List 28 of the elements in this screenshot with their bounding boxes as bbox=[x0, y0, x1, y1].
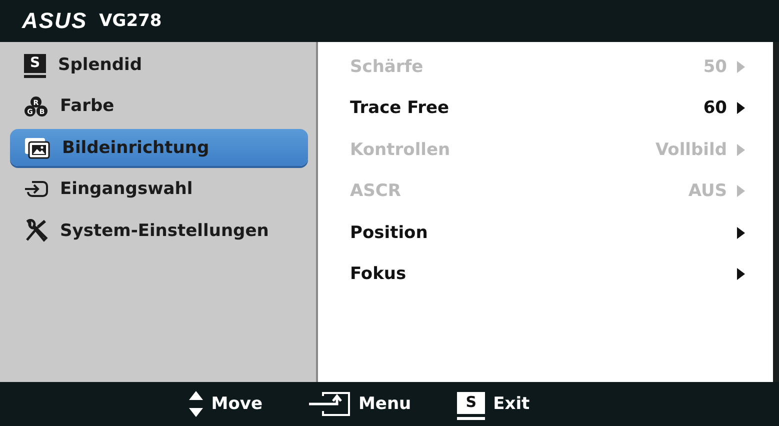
setting-label[interactable]: Position bbox=[350, 222, 737, 243]
arrow-right-icon bbox=[737, 60, 745, 73]
menu-item[interactable]: System-Einstellungen bbox=[10, 212, 308, 249]
brand-logo: ASUS bbox=[22, 8, 88, 34]
hint-label: Move bbox=[211, 394, 262, 414]
pictures-icon bbox=[24, 136, 50, 158]
tools-icon bbox=[24, 218, 48, 242]
arrow-right-icon bbox=[737, 185, 745, 198]
setting-value: 50 bbox=[703, 56, 727, 77]
menu-item[interactable]: S Splendid bbox=[10, 46, 308, 83]
enter-icon bbox=[308, 391, 350, 417]
setting-label[interactable]: Trace Free bbox=[350, 98, 704, 118]
hint-label: Exit bbox=[493, 394, 530, 414]
setting-value: 60 bbox=[703, 98, 727, 118]
setting-label[interactable]: Fokus bbox=[350, 264, 737, 284]
menu-item[interactable]: Bildeinrichtung bbox=[10, 129, 308, 166]
setting-value: AUS bbox=[688, 181, 727, 202]
splendid-key-icon: S bbox=[24, 54, 46, 75]
arrow-right-icon bbox=[737, 268, 745, 280]
model-name: VG278 bbox=[99, 11, 162, 31]
arrow-right-icon bbox=[737, 102, 745, 114]
input-arrow-icon bbox=[24, 179, 48, 199]
menu-item[interactable]: Eingangswahl bbox=[10, 170, 308, 208]
setting-value: Vollbild bbox=[655, 140, 727, 160]
arrow-right-icon bbox=[737, 144, 745, 156]
hint-label: Menu bbox=[358, 394, 412, 414]
arrow-right-icon bbox=[737, 226, 745, 239]
up-down-arrows-icon bbox=[189, 391, 204, 417]
